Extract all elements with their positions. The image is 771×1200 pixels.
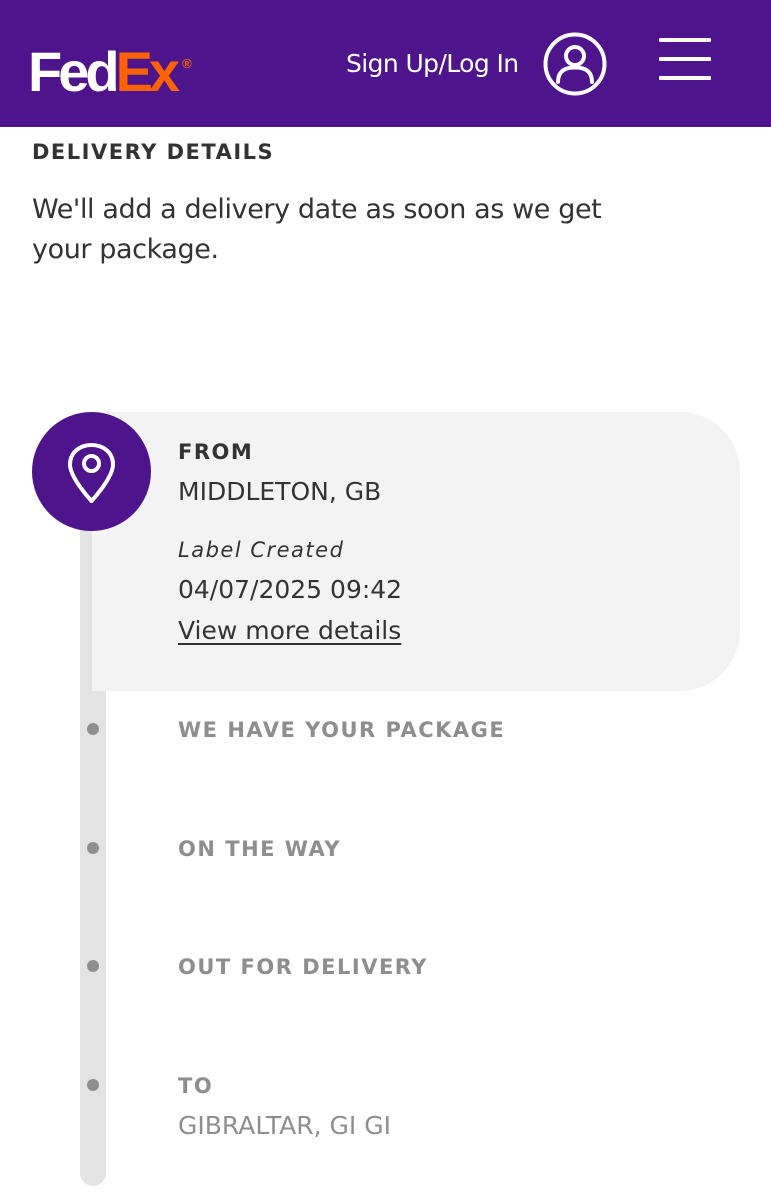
to-label: TO <box>178 1074 214 1098</box>
site-header: FedEx ® Sign Up/Log In <box>0 0 771 127</box>
sign-up-login-link[interactable]: Sign Up/Log In <box>346 46 519 82</box>
fedex-logo[interactable]: FedEx ® <box>28 34 192 102</box>
step-on-the-way: ON THE WAY <box>178 837 341 861</box>
delivery-details-heading: DELIVERY DETAILS <box>32 140 275 164</box>
logo-registered-mark: ® <box>182 56 192 71</box>
timeline-step-dot <box>87 723 99 735</box>
destination-location: GIBRALTAR, GI GI <box>178 1111 391 1140</box>
user-circle-icon[interactable] <box>543 32 607 96</box>
logo-fed-text: Fed <box>28 40 120 103</box>
location-pin-badge <box>32 412 151 531</box>
shipment-status: Label Created <box>178 538 345 562</box>
location-pin-icon <box>68 443 115 503</box>
from-label: FROM <box>178 440 254 464</box>
hamburger-menu-icon[interactable] <box>659 38 711 82</box>
origin-location: MIDDLETON, GB <box>178 477 382 506</box>
logo-ex-text: Ex <box>115 40 180 103</box>
step-we-have-your-package: WE HAVE YOUR PACKAGE <box>178 718 506 742</box>
timeline-step-dot <box>87 1079 99 1091</box>
step-out-for-delivery: OUT FOR DELIVERY <box>178 955 429 979</box>
delivery-date-message: We'll add a delivery date as soon as we … <box>32 194 602 265</box>
timeline-step-dot <box>87 842 99 854</box>
timeline-step-dot <box>87 960 99 972</box>
view-more-details-link[interactable]: View more details <box>178 616 401 645</box>
status-datetime: 04/07/2025 09:42 <box>178 575 403 604</box>
